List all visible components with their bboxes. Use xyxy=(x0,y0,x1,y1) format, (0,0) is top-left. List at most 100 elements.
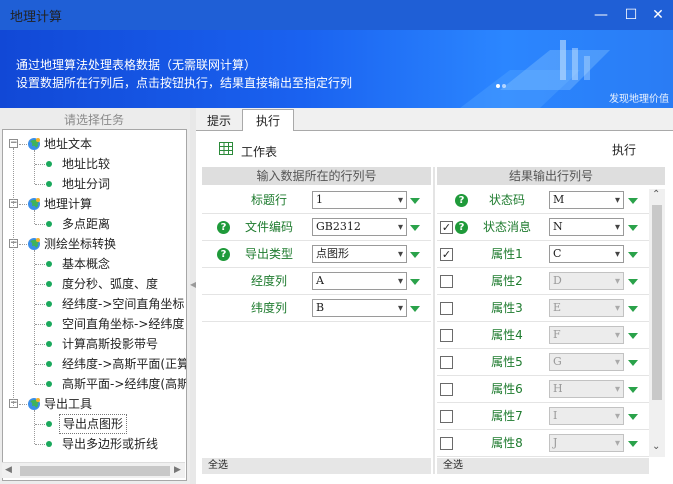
checkbox[interactable] xyxy=(440,383,453,396)
output-select-all[interactable]: 全选 xyxy=(437,458,649,474)
row-divider xyxy=(437,294,649,295)
banner: 通过地理算法处理表格数据（无需联网计算） 设置数据所在行列后，点击按钮执行，结果… xyxy=(0,30,673,108)
run-button[interactable]: 执行 xyxy=(607,141,641,158)
checkbox[interactable] xyxy=(440,275,453,288)
tree-group-label[interactable]: 测绘坐标转换 xyxy=(44,234,116,254)
tree-item[interactable]: 导出多边形或折线 xyxy=(59,434,161,454)
tree-item[interactable]: 计算高斯投影带号 xyxy=(59,334,161,354)
scroll-left-icon[interactable]: ◀ xyxy=(5,465,12,475)
dropdown-triangle-icon[interactable] xyxy=(410,306,420,312)
checkbox[interactable] xyxy=(440,437,453,450)
checkbox[interactable] xyxy=(440,302,453,315)
input-select-all[interactable]: 全选 xyxy=(202,458,431,474)
chevron-down-icon[interactable]: ▾ xyxy=(398,301,403,317)
chevron-down-icon[interactable]: ▾ xyxy=(398,193,403,209)
output-row-label: 属性1 xyxy=(491,247,523,261)
dropdown-triangle-icon[interactable] xyxy=(628,360,638,366)
row-divider xyxy=(437,429,649,430)
dropdown-triangle-icon[interactable] xyxy=(410,225,420,231)
scroll-right-icon[interactable]: ▶ xyxy=(174,465,181,475)
globe-icon xyxy=(28,398,40,410)
output-column-select[interactable]: N ▾ xyxy=(549,218,624,236)
dropdown-triangle-icon[interactable] xyxy=(410,279,420,285)
chevron-down-icon[interactable]: ▾ xyxy=(615,220,620,236)
chevron-down-icon: ▾ xyxy=(614,276,620,287)
select-value: 1 xyxy=(316,193,323,206)
select-value: I xyxy=(553,409,558,422)
task-tree[interactable]: − 地址文本 地址比较 地址分词 − 地理计算 多点距离 − 测绘坐标转换 基本概念 度分秒、弧度、… xyxy=(2,129,187,481)
tree-item[interactable]: 空间直角坐标->经纬度 xyxy=(59,314,186,334)
checkbox-checked[interactable]: ✓ xyxy=(440,221,453,234)
dropdown-triangle-icon[interactable] xyxy=(628,441,638,447)
dropdown-triangle-icon[interactable] xyxy=(628,279,638,285)
tree-group-label[interactable]: 地理计算 xyxy=(44,194,92,214)
output-scroll-thumb[interactable] xyxy=(652,205,662,400)
sheet-label[interactable]: 工作表 xyxy=(241,143,277,160)
input-column-select[interactable]: B ▾ xyxy=(312,299,407,317)
tree-horizontal-scrollbar[interactable]: ◀ ▶ xyxy=(2,462,185,478)
chevron-down-icon[interactable]: ▾ xyxy=(615,193,620,209)
checkbox[interactable] xyxy=(440,410,453,423)
tree-item[interactable]: 高斯平面->经纬度(高斯 xyxy=(59,374,186,394)
scroll-down-icon[interactable]: ⌄ xyxy=(652,441,660,452)
dropdown-triangle-icon[interactable] xyxy=(628,387,638,393)
chevron-down-icon[interactable]: ▾ xyxy=(398,274,403,290)
tree-item[interactable]: 导出点图形 xyxy=(59,414,128,434)
leaf-dot-icon xyxy=(46,381,52,387)
tree-connector xyxy=(19,144,27,145)
output-row-label: 属性3 xyxy=(491,301,523,315)
tree-connector xyxy=(35,384,45,385)
maximize-button[interactable]: ☐ xyxy=(621,5,641,25)
tree-group-label[interactable]: 导出工具 xyxy=(44,394,92,414)
checkbox[interactable] xyxy=(440,329,453,342)
tree-item[interactable]: 度分秒、弧度、度 xyxy=(59,274,161,294)
output-column-select[interactable]: M ▾ xyxy=(549,191,624,209)
close-button[interactable]: ✕ xyxy=(648,5,668,25)
chevron-down-icon[interactable]: ▾ xyxy=(398,220,403,236)
input-column-select[interactable]: GB2312 ▾ xyxy=(312,218,407,236)
tree-item[interactable]: 经纬度->高斯平面(正算 xyxy=(59,354,186,374)
output-column-select: J ▾ xyxy=(549,434,624,452)
checkbox[interactable] xyxy=(440,356,453,369)
tree-expander-icon[interactable]: − xyxy=(9,139,18,148)
tree-item[interactable]: 地址分词 xyxy=(59,174,113,194)
dropdown-triangle-icon[interactable] xyxy=(628,333,638,339)
tree-item[interactable]: 地址比较 xyxy=(59,154,113,174)
dropdown-triangle-icon[interactable] xyxy=(628,414,638,420)
globe-icon xyxy=(28,138,40,150)
input-row-label: 文件编码 xyxy=(244,220,293,234)
dropdown-triangle-icon[interactable] xyxy=(628,252,638,258)
scroll-thumb[interactable] xyxy=(20,466,170,476)
tree-connector xyxy=(19,244,27,245)
select-value: C xyxy=(553,247,562,260)
title-bar xyxy=(0,0,673,30)
chevron-down-icon: ▾ xyxy=(614,357,620,368)
output-row-label: 属性4 xyxy=(491,328,523,342)
scroll-up-icon[interactable]: ⌃ xyxy=(652,189,660,200)
dropdown-triangle-icon[interactable] xyxy=(628,198,638,204)
checkbox-checked[interactable]: ✓ xyxy=(440,248,453,261)
dropdown-triangle-icon[interactable] xyxy=(628,306,638,312)
input-panel-divider xyxy=(433,167,435,474)
leaf-dot-icon xyxy=(46,221,52,227)
tab-exec[interactable]: 执行 xyxy=(242,109,294,131)
select-value: H xyxy=(553,382,563,395)
dropdown-triangle-icon[interactable] xyxy=(410,252,420,258)
tree-group-label[interactable]: 地址文本 xyxy=(44,134,92,154)
chevron-down-icon[interactable]: ▾ xyxy=(615,247,620,263)
output-row-label: 状态码 xyxy=(488,193,525,207)
input-column-select[interactable]: 点图形 ▾ xyxy=(312,245,407,263)
tree-item[interactable]: 基本概念 xyxy=(59,254,113,274)
tab-hint[interactable]: 提示 xyxy=(196,112,242,131)
chevron-down-icon[interactable]: ▾ xyxy=(398,247,403,263)
tree-item[interactable]: 多点距离 xyxy=(59,214,113,234)
dropdown-triangle-icon[interactable] xyxy=(628,225,638,231)
input-column-select[interactable]: A ▾ xyxy=(312,272,407,290)
output-row-label: 属性7 xyxy=(491,409,523,423)
dropdown-triangle-icon[interactable] xyxy=(410,198,420,204)
output-column-select[interactable]: C ▾ xyxy=(549,245,624,263)
minimize-button[interactable]: — xyxy=(591,5,611,25)
tree-item[interactable]: 经纬度->空间直角坐标 xyxy=(59,294,186,314)
input-column-select[interactable]: 1 ▾ xyxy=(312,191,407,209)
tree-connector xyxy=(35,444,45,445)
